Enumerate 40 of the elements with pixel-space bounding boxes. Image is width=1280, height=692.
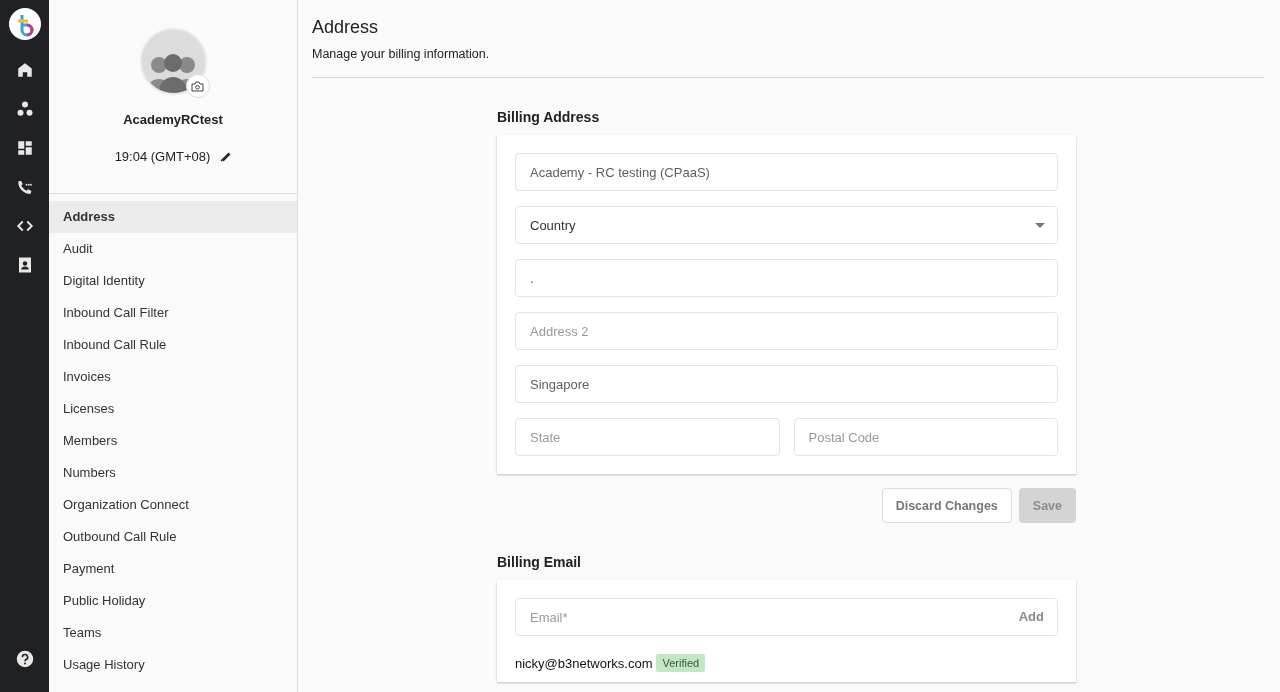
sidebar-item[interactable]: Audit [49, 233, 297, 265]
sidebar-item[interactable]: Organization Connect [49, 489, 297, 521]
page-subtitle: Manage your billing information. [312, 47, 491, 61]
verified-badge: Verified [656, 654, 706, 672]
section-title: Billing Address [497, 109, 601, 125]
text-field[interactable]: Postal Code [793, 418, 1058, 456]
email-address: nicky@b3networks.com [515, 655, 653, 671]
sidebar-item[interactable]: Usage History [49, 649, 297, 681]
text-field[interactable]: . [515, 259, 1058, 297]
help-icon[interactable] [15, 650, 34, 668]
edit-button[interactable] [220, 151, 232, 162]
dropdown-caret-icon [1035, 222, 1045, 228]
text-field[interactable]: Address 2 [515, 312, 1058, 350]
sidebar-item[interactable]: Address [49, 201, 297, 233]
text-field[interactable]: State [515, 418, 780, 456]
country-select[interactable]: Country [515, 206, 1058, 244]
text-field[interactable]: Academy - RC testing (CPaaS) [515, 153, 1058, 191]
section-title: Billing Email [497, 554, 582, 570]
time-zone: 19:04 (GMT+08) [114, 149, 211, 164]
sidebar-item[interactable]: Payment [49, 553, 297, 585]
text-field[interactable]: Singapore [515, 365, 1058, 403]
action-button[interactable]: Discard Changes [881, 488, 1012, 523]
pencil-icon [220, 151, 232, 162]
camera-button[interactable] [185, 74, 210, 98]
sidebar-item[interactable]: Teams [49, 617, 297, 649]
app-logo[interactable] [8, 8, 41, 40]
sidebar-item[interactable]: Numbers [49, 457, 297, 489]
sidebar-item[interactable]: Members [49, 425, 297, 457]
sidebar-item[interactable]: Inbound Call Rule [49, 329, 297, 361]
sidebar-item[interactable]: Invoices [49, 361, 297, 393]
organization-name: AcademyRCtest [123, 112, 223, 127]
camera-icon [191, 80, 204, 92]
sidebar-item[interactable]: Outbound Call Rule [49, 521, 297, 553]
sidebar-item[interactable]: Digital Identity [49, 265, 297, 297]
dashboard-icon [15, 138, 34, 157]
circles-icon [15, 99, 34, 118]
sidebar-item[interactable]: Inbound Call Filter [49, 297, 297, 329]
sidebar-item[interactable]: Public Holiday [49, 585, 297, 617]
sidebar-item[interactable]: Licenses [49, 393, 297, 425]
page-title: Address [312, 17, 380, 38]
